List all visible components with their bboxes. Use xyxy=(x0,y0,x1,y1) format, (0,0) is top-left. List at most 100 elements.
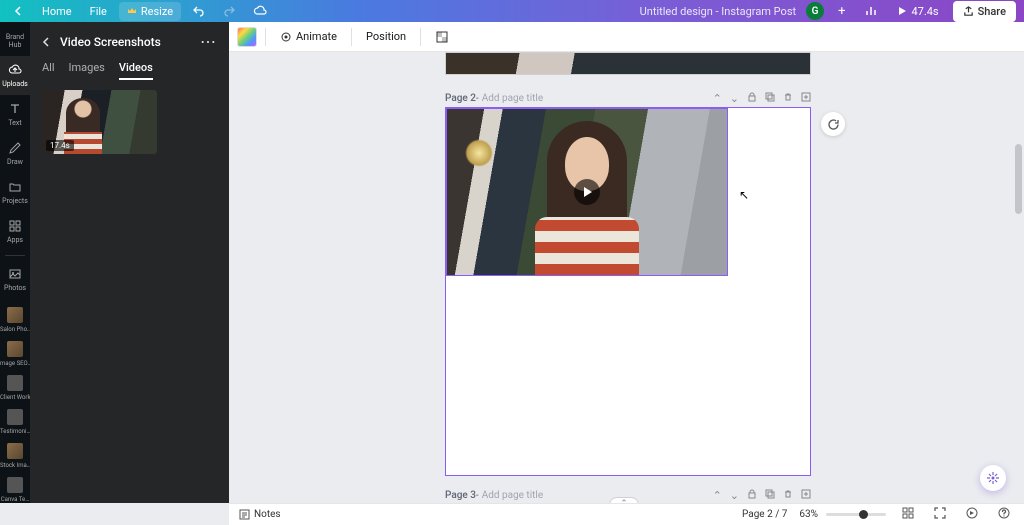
regenerate-button[interactable] xyxy=(821,112,845,136)
page-lock-icon[interactable] xyxy=(747,92,757,105)
video-thumbnail[interactable]: 17.4s xyxy=(42,90,157,154)
tab-images[interactable]: Images xyxy=(69,61,105,80)
cloud-upload-icon xyxy=(8,63,22,77)
rail-draw[interactable]: Draw xyxy=(0,134,30,173)
home-button[interactable]: Home xyxy=(36,2,78,21)
resize-label: Resize xyxy=(141,5,173,18)
side-rail: Brand Hub Uploads Text Draw Projects App… xyxy=(0,22,30,503)
page-add-icon[interactable] xyxy=(801,489,811,502)
panel-back-icon[interactable] xyxy=(42,32,52,51)
crown-icon xyxy=(127,6,137,16)
rail-folder-2[interactable]: Client Work xyxy=(0,367,30,401)
page-1-cropped[interactable] xyxy=(445,52,811,75)
file-menu[interactable]: File xyxy=(84,2,113,21)
resize-button[interactable]: Resize xyxy=(119,2,181,21)
rail-apps-label: Apps xyxy=(7,236,23,244)
rail-folder-label: Client Work xyxy=(0,394,30,401)
rail-folder-3[interactable]: Testimoni… xyxy=(0,401,30,435)
tab-all[interactable]: All xyxy=(42,61,55,80)
page-2-title-placeholder[interactable]: Add page title xyxy=(482,93,543,104)
page-lock-icon[interactable] xyxy=(747,489,757,502)
rail-folder-label: Salon Pho… xyxy=(0,326,30,333)
add-member-button[interactable]: + xyxy=(832,1,851,22)
tab-videos[interactable]: Videos xyxy=(119,61,153,80)
panel-tabs: All Images Videos xyxy=(42,61,217,80)
undo-button[interactable] xyxy=(187,2,211,20)
avatar[interactable]: G xyxy=(806,2,824,20)
toolbar-divider xyxy=(420,28,421,46)
toolbar-divider xyxy=(351,28,352,46)
folder-icon xyxy=(8,180,22,194)
image-icon xyxy=(8,267,22,281)
present-icon[interactable] xyxy=(962,505,982,524)
rail-projects[interactable]: Projects xyxy=(0,173,30,212)
help-icon[interactable] xyxy=(994,505,1014,524)
play-preview-button[interactable]: 47.4s xyxy=(891,2,944,21)
page-down-icon[interactable]: ⌄ xyxy=(730,92,739,105)
grid-view-icon[interactable] xyxy=(898,505,918,524)
person-sweater xyxy=(535,217,639,275)
transparency-button[interactable] xyxy=(429,26,455,48)
zoom-level[interactable]: 63% xyxy=(799,509,818,520)
page-3-title-placeholder[interactable]: Add page title xyxy=(482,490,543,501)
page-duplicate-icon[interactable] xyxy=(765,489,775,502)
page-delete-icon[interactable] xyxy=(783,489,793,502)
animate-icon xyxy=(280,31,292,43)
rail-folder-0[interactable]: Salon Pho… xyxy=(0,299,30,333)
top-header: Home File Resize Untitled design - Insta… xyxy=(0,0,1024,22)
rail-apps[interactable]: Apps xyxy=(0,212,30,251)
lamp-glow xyxy=(465,139,493,167)
rail-folder-label: mage SEO… xyxy=(0,360,30,367)
rail-folder-5[interactable]: Canva Te… xyxy=(0,469,30,503)
video-element[interactable] xyxy=(446,108,728,276)
notes-icon xyxy=(239,509,250,520)
page-sep: - xyxy=(476,93,479,104)
page-2-canvas[interactable] xyxy=(445,107,811,476)
rail-uploads[interactable]: Uploads xyxy=(0,56,30,95)
design-title[interactable]: Untitled design - Instagram Post xyxy=(640,5,796,18)
rail-photos-label: Photos xyxy=(4,284,26,292)
rail-folder-label: Testimoni… xyxy=(0,428,30,435)
panel-more-icon[interactable]: ⋯ xyxy=(200,32,217,51)
page-3-number: Page 3 xyxy=(445,490,476,501)
page-up-icon[interactable]: ⌃ xyxy=(713,489,722,502)
rail-text-label: Text xyxy=(8,119,21,127)
rail-projects-label: Projects xyxy=(2,197,28,205)
redo-button[interactable] xyxy=(217,2,241,20)
rail-folder-4[interactable]: Stock Ima… xyxy=(0,435,30,469)
scrollbar-thumb[interactable] xyxy=(1015,144,1022,214)
rail-brand[interactable]: Brand Hub xyxy=(0,26,30,56)
cloud-sync-icon[interactable] xyxy=(247,2,273,20)
rail-folder-1[interactable]: mage SEO… xyxy=(0,333,30,367)
panel-title: Video Screenshots xyxy=(60,35,161,49)
page-2-number: Page 2 xyxy=(445,93,476,104)
share-label: Share xyxy=(978,5,1006,18)
share-button[interactable]: Share xyxy=(953,1,1016,22)
rail-brand-label: Brand Hub xyxy=(6,33,24,49)
page-up-icon[interactable]: ⌃ xyxy=(713,92,722,105)
play-icon[interactable] xyxy=(574,179,600,205)
rail-folder-label: Canva Te… xyxy=(0,496,30,503)
vertical-scrollbar[interactable] xyxy=(1015,52,1022,503)
analytics-icon[interactable] xyxy=(859,2,883,20)
position-button[interactable]: Position xyxy=(360,26,412,47)
rail-text[interactable]: Text xyxy=(0,95,30,134)
color-swatch[interactable] xyxy=(237,27,257,47)
notes-button[interactable]: Notes xyxy=(239,509,281,520)
page-add-icon[interactable] xyxy=(801,92,811,105)
zoom-knob[interactable] xyxy=(859,510,868,519)
zoom-slider[interactable] xyxy=(826,513,886,516)
page-delete-icon[interactable] xyxy=(783,92,793,105)
toolbar-divider xyxy=(265,28,266,46)
page-indicator[interactable]: Page 2 / 7 xyxy=(742,509,787,520)
back-chevron-icon[interactable] xyxy=(8,3,30,19)
canvas-area[interactable]: Page 2 - Add page title ⌃ ⌄ Page 3 - Add… xyxy=(229,52,1024,503)
animate-button[interactable]: Animate xyxy=(274,26,343,47)
rail-photos[interactable]: Photos xyxy=(0,260,30,299)
page-down-icon[interactable]: ⌄ xyxy=(730,489,739,502)
notes-label: Notes xyxy=(254,509,281,520)
fullscreen-icon[interactable] xyxy=(930,505,950,524)
page-duplicate-icon[interactable] xyxy=(765,92,775,105)
context-toolbar: Animate Position xyxy=(229,22,1024,52)
magic-fab[interactable] xyxy=(980,465,1006,491)
